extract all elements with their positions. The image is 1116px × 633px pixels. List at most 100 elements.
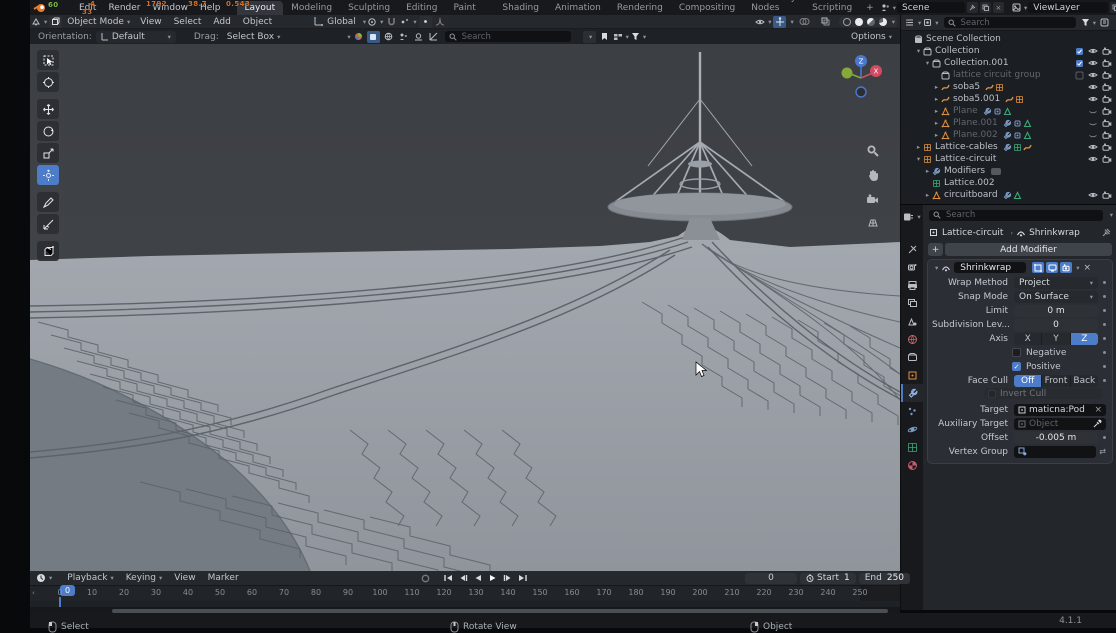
filter-funnel-icon[interactable]: ▾: [631, 31, 646, 43]
outliner-row[interactable]: ▾Lattice-circuit: [901, 153, 1116, 165]
pan-hand-icon[interactable]: [867, 169, 879, 185]
properties-tab-collection-icon[interactable]: [901, 348, 923, 366]
new-viewlayer-icon[interactable]: [1110, 2, 1116, 13]
add-cube-tool[interactable]: [37, 241, 59, 261]
play-reverse-button[interactable]: [471, 573, 484, 584]
display-mode-icon[interactable]: ▾: [906, 17, 921, 29]
shading-material-icon[interactable]: [867, 18, 875, 26]
panel-collapse-chevron[interactable]: ▾: [935, 264, 938, 272]
outliner-row[interactable]: ▸Modifiers: [901, 165, 1116, 177]
vertex-group-invert-button[interactable]: ⇄: [1099, 447, 1106, 456]
viewlayer-browse-icon[interactable]: ▾: [1012, 2, 1027, 14]
camera-toggle-icon[interactable]: [1102, 47, 1112, 55]
properties-tab-tool-icon[interactable]: [901, 240, 923, 258]
expander-icon[interactable]: ▸: [932, 95, 941, 103]
eye-toggle-icon[interactable]: [1088, 83, 1098, 91]
properties-tab-world-icon[interactable]: [901, 330, 923, 348]
collection-dropdown-icon[interactable]: ▾: [613, 31, 629, 43]
camera-toggle-icon[interactable]: [1102, 71, 1112, 79]
object-type-visibility-icon[interactable]: ▾: [755, 16, 771, 28]
timeline-menu-keying[interactable]: Keying▾: [120, 573, 169, 583]
viewlayer-name-field[interactable]: ViewLayer: [1028, 2, 1108, 13]
properties-tab-scene-icon[interactable]: [901, 312, 923, 330]
camera-view-icon[interactable]: [866, 194, 879, 207]
timeline-menu-marker[interactable]: Marker: [202, 573, 245, 583]
outliner-row[interactable]: ▾Collection: [901, 45, 1116, 57]
axis-x-button[interactable]: X: [1014, 333, 1042, 345]
limit-field[interactable]: 0 m: [1014, 305, 1098, 317]
editor-type-icon[interactable]: ▾: [31, 16, 47, 28]
properties-tab-material-icon[interactable]: [901, 456, 923, 474]
outliner-filter-id-icon[interactable]: ▾: [923, 17, 938, 29]
properties-tab-object-data-icon[interactable]: [901, 438, 923, 456]
target-clear-icon[interactable]: ×: [1094, 405, 1102, 415]
expander-icon[interactable]: ▸: [923, 191, 932, 199]
checkbox-dropdown-icon[interactable]: ▾: [583, 31, 596, 43]
snap-target-icon[interactable]: ▾: [400, 16, 416, 28]
eye-toggle-icon[interactable]: [1088, 59, 1098, 67]
expander-icon[interactable]: ▸: [932, 119, 941, 127]
expander-icon[interactable]: ▸: [914, 143, 923, 151]
tab-uv-editing[interactable]: UV Editing: [398, 0, 445, 15]
expander-icon[interactable]: ▾: [914, 155, 923, 163]
axis-z-button[interactable]: Z: [1071, 333, 1098, 345]
animate-dot[interactable]: [1103, 379, 1106, 382]
offset-field[interactable]: -0.005 m: [1014, 432, 1098, 444]
outliner-row[interactable]: ▸soba5: [901, 81, 1116, 93]
check-toggle-icon[interactable]: [1075, 47, 1084, 56]
animate-dot[interactable]: [1103, 295, 1106, 298]
camera-toggle-icon[interactable]: [1102, 131, 1112, 139]
mode-dropdown[interactable]: Object Mode▾: [63, 17, 134, 27]
viewport-menu-object[interactable]: Object: [237, 17, 278, 27]
bookmark-icon[interactable]: [598, 31, 611, 43]
breadcrumb-modifier[interactable]: Shrinkwrap: [1029, 228, 1080, 238]
tab-animation[interactable]: Animation: [547, 1, 609, 15]
expander-icon[interactable]: ▾: [914, 47, 923, 55]
camera-toggle-icon[interactable]: [1102, 107, 1112, 115]
properties-tab-view-layer-icon[interactable]: [901, 294, 923, 312]
perspective-toggle-icon[interactable]: [867, 216, 879, 230]
add-workspace-button[interactable]: +: [860, 3, 880, 13]
shading-rendered-icon[interactable]: [879, 18, 887, 26]
properties-tab-output-icon[interactable]: [901, 276, 923, 294]
modifier-extras-chevron[interactable]: ▾: [1076, 264, 1079, 272]
properties-tab-modifiers-icon[interactable]: [901, 384, 923, 402]
current-frame-field[interactable]: 0: [745, 573, 797, 584]
eye-toggle-icon[interactable]: [1088, 47, 1098, 55]
breadcrumb-object[interactable]: Lattice-circuit: [942, 228, 1003, 238]
timeline-editor-type-icon[interactable]: ▾: [36, 572, 52, 584]
camera-toggle-icon[interactable]: [1102, 83, 1112, 91]
frame-end-field[interactable]: End250: [859, 573, 910, 584]
jump-to-end-button[interactable]: [516, 573, 529, 584]
shading-solid-icon[interactable]: [855, 18, 863, 26]
viewport-menu-view[interactable]: View: [134, 17, 167, 27]
snap-mode-select[interactable]: On Surface▾: [1014, 291, 1098, 303]
toolbar-search-input[interactable]: [460, 31, 567, 43]
tab-scripting[interactable]: Scripting: [804, 1, 860, 15]
tab-compositing[interactable]: Compositing: [671, 1, 743, 15]
face-cull-front-button[interactable]: Front: [1042, 375, 1070, 387]
camera-toggle-icon[interactable]: [1102, 95, 1112, 103]
tab-shading[interactable]: Shading: [494, 1, 547, 15]
uncheck-toggle-icon[interactable]: [1075, 71, 1084, 80]
auxiliary-target-field[interactable]: Object: [1014, 418, 1106, 430]
eye-toggle-icon[interactable]: [1088, 143, 1098, 151]
auto-keying-button[interactable]: [419, 573, 432, 584]
properties-search[interactable]: [929, 210, 1103, 221]
expander-icon[interactable]: ▸: [932, 131, 941, 139]
eyedropper-icon[interactable]: [1093, 419, 1102, 428]
subdivision-levels-field[interactable]: 0: [1014, 319, 1098, 331]
display-render-toggle[interactable]: [1060, 262, 1072, 273]
annotate-tool[interactable]: [37, 192, 59, 212]
asset-shelf-chevron-icon[interactable]: ▾: [347, 33, 350, 41]
eye-toggle-icon[interactable]: [1088, 71, 1098, 79]
camera-toggle-icon[interactable]: [1102, 119, 1112, 127]
zoom-tool-icon[interactable]: [866, 144, 879, 160]
animate-dot[interactable]: [1103, 323, 1106, 326]
outliner-row[interactable]: ▸Lattice-cables: [901, 141, 1116, 153]
display-realtime-toggle[interactable]: [1046, 262, 1058, 273]
expander-icon[interactable]: ▾: [923, 59, 932, 67]
navigation-gizmo[interactable]: Z X: [838, 52, 884, 101]
overlays-toggle-icon[interactable]: [798, 16, 811, 28]
wrap-method-select[interactable]: Project▾: [1014, 277, 1098, 289]
